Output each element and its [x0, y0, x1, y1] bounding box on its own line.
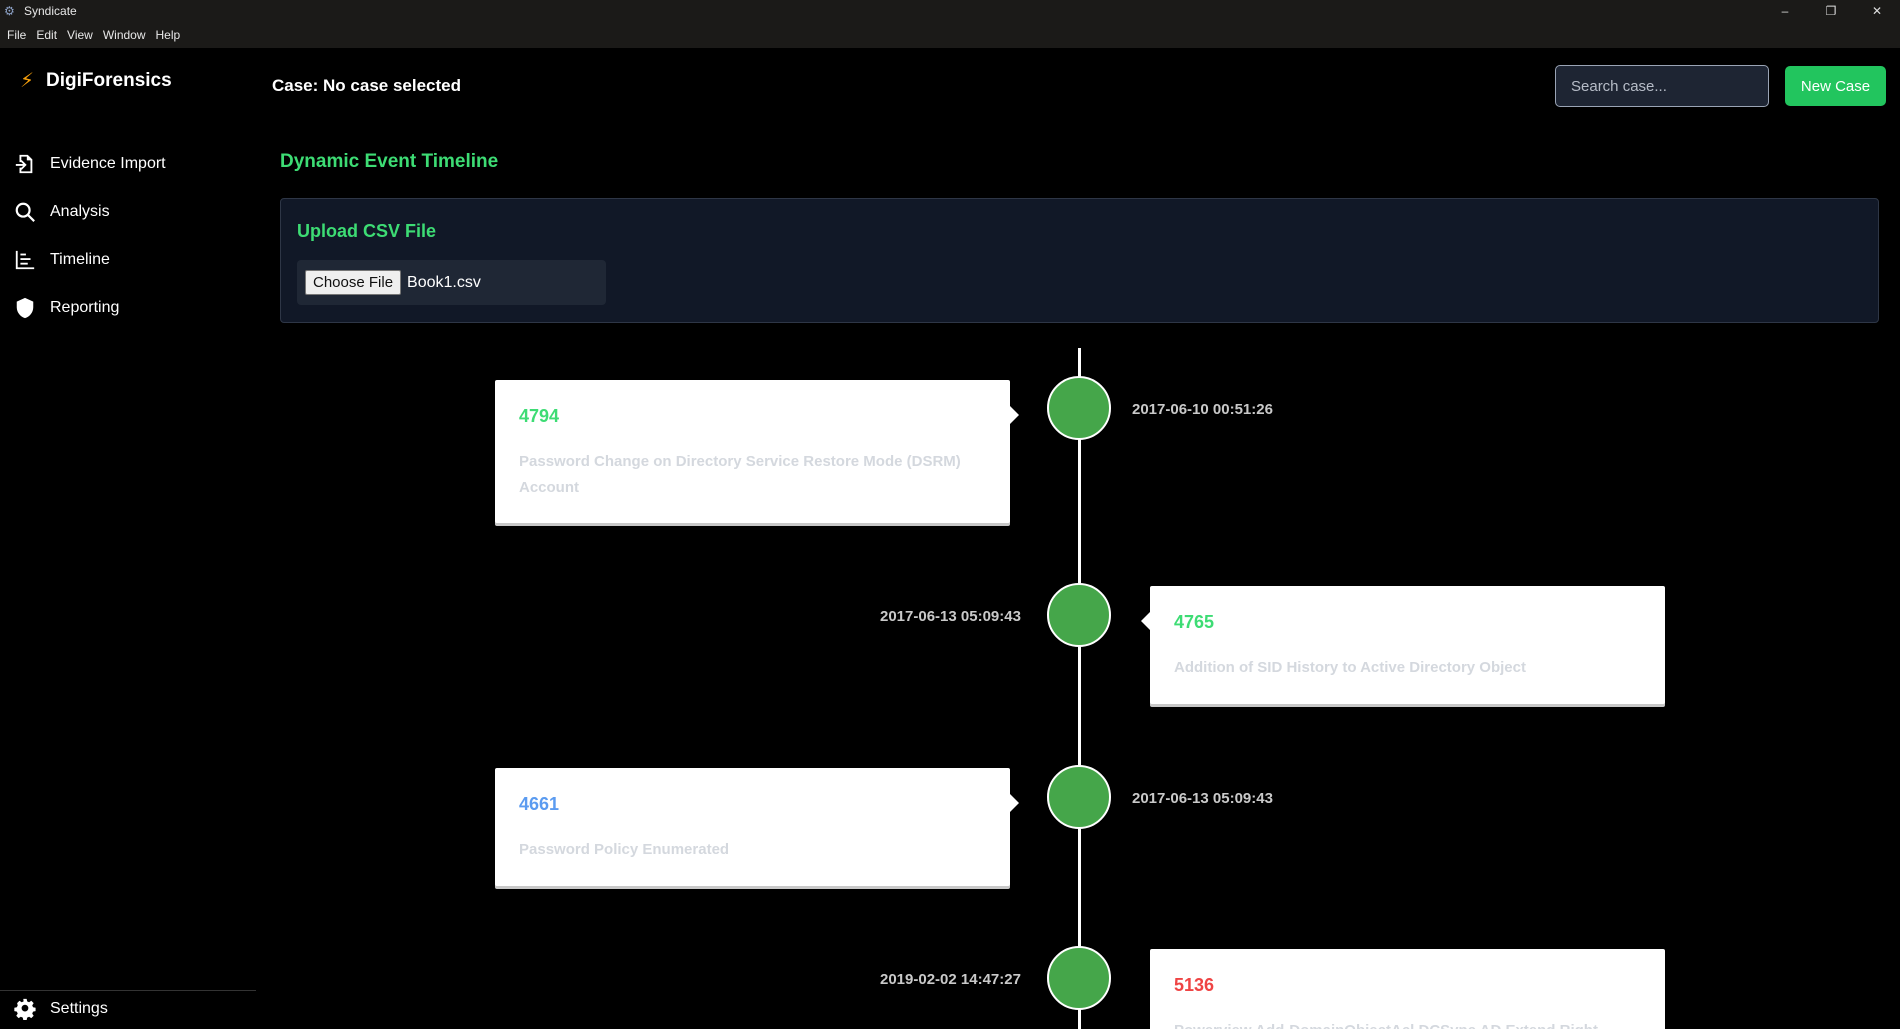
window-controls: – ❐ ✕ — [1762, 0, 1900, 22]
title-bar: ⚙ Syndicate File Edit View Window Help –… — [0, 0, 1900, 48]
window-title: Syndicate — [24, 4, 77, 18]
event-description: Addition of SID History to Active Direct… — [1174, 659, 1526, 676]
sidebar-item-label: Evidence Import — [50, 155, 166, 172]
app-gear-icon: ⚙ — [4, 4, 15, 18]
new-case-button[interactable]: New Case — [1785, 66, 1886, 106]
menu-view[interactable]: View — [62, 28, 98, 42]
sidebar-item-label: Timeline — [50, 251, 110, 268]
event-timestamp: 2017-06-13 05:09:43 — [1132, 790, 1273, 807]
sidebar-item-settings[interactable]: Settings — [14, 998, 108, 1020]
event-id: 4661 — [519, 794, 560, 814]
timeline-dot — [1047, 376, 1111, 440]
timeline-event-card[interactable]: 4794 Password Change on Directory Servic… — [495, 380, 1019, 523]
file-picker[interactable]: Choose File Book1.csv — [297, 260, 606, 305]
bolt-icon: ⚡ — [20, 70, 35, 92]
event-id: 5136 — [1174, 975, 1215, 995]
timeline-event-card[interactable]: 5136 Powerview Add-DomainObjectAcl DCSyn… — [1150, 949, 1665, 1029]
page-title: Dynamic Event Timeline — [280, 151, 499, 172]
close-button[interactable]: ✕ — [1854, 0, 1900, 22]
timeline-dot — [1047, 946, 1111, 1010]
selected-file-name: Book1.csv — [407, 273, 481, 291]
sidebar-item-label: Settings — [50, 1000, 108, 1017]
event-timestamp: 2019-02-02 14:47:27 — [880, 971, 1021, 988]
sidebar-nav: Evidence Import Analysis Timeline Report… — [14, 140, 166, 332]
event-description: Password Change on Directory Service Res… — [519, 453, 961, 496]
event-description: Powerview Add-DomainObjectAcl DCSync AD … — [1174, 1018, 1641, 1029]
minimize-button[interactable]: – — [1762, 0, 1808, 22]
timeline-axis — [1078, 348, 1081, 1029]
upload-title: Upload CSV File — [297, 221, 437, 241]
search-icon — [15, 202, 35, 222]
chart-icon — [15, 250, 35, 270]
event-id: 4765 — [1174, 612, 1215, 632]
sidebar-item-reporting[interactable]: Reporting — [14, 284, 166, 332]
timeline-event-card[interactable]: 4661 Password Policy Enumerated — [495, 768, 1019, 886]
menu-edit[interactable]: Edit — [31, 28, 62, 42]
upload-panel: Upload CSV File Choose File Book1.csv — [280, 198, 1879, 323]
brand-name: DigiForensics — [46, 69, 172, 91]
event-id: 4794 — [519, 406, 560, 426]
sidebar-item-analysis[interactable]: Analysis — [14, 188, 166, 236]
timeline-dot — [1047, 583, 1111, 647]
sidebar: ⚡ DigiForensics Evidence Import Analysis… — [0, 48, 256, 1029]
file-import-icon — [15, 154, 33, 174]
sidebar-item-label: Reporting — [50, 299, 120, 316]
sidebar-item-timeline[interactable]: Timeline — [14, 236, 166, 284]
choose-file-button[interactable]: Choose File — [305, 270, 402, 295]
timeline-dot — [1047, 765, 1111, 829]
case-label: Case: No case selected — [272, 76, 461, 95]
event-timestamp: 2017-06-13 05:09:43 — [880, 608, 1021, 625]
restore-button[interactable]: ❐ — [1808, 0, 1854, 22]
menu-bar: File Edit View Window Help — [2, 28, 185, 42]
shield-icon — [16, 297, 34, 319]
sidebar-item-label: Analysis — [50, 203, 110, 220]
timeline-event-card[interactable]: 4765 Addition of SID History to Active D… — [1141, 586, 1665, 704]
search-input[interactable] — [1555, 65, 1769, 107]
gear-icon — [14, 998, 36, 1020]
event-timestamp: 2017-06-10 00:51:26 — [1132, 401, 1273, 418]
menu-window[interactable]: Window — [98, 28, 151, 42]
brand[interactable]: ⚡ DigiForensics — [20, 68, 172, 93]
menu-help[interactable]: Help — [151, 28, 186, 42]
menu-file[interactable]: File — [2, 28, 31, 42]
sidebar-divider — [0, 990, 256, 991]
event-description: Password Policy Enumerated — [519, 841, 730, 858]
sidebar-item-evidence-import[interactable]: Evidence Import — [14, 140, 166, 188]
